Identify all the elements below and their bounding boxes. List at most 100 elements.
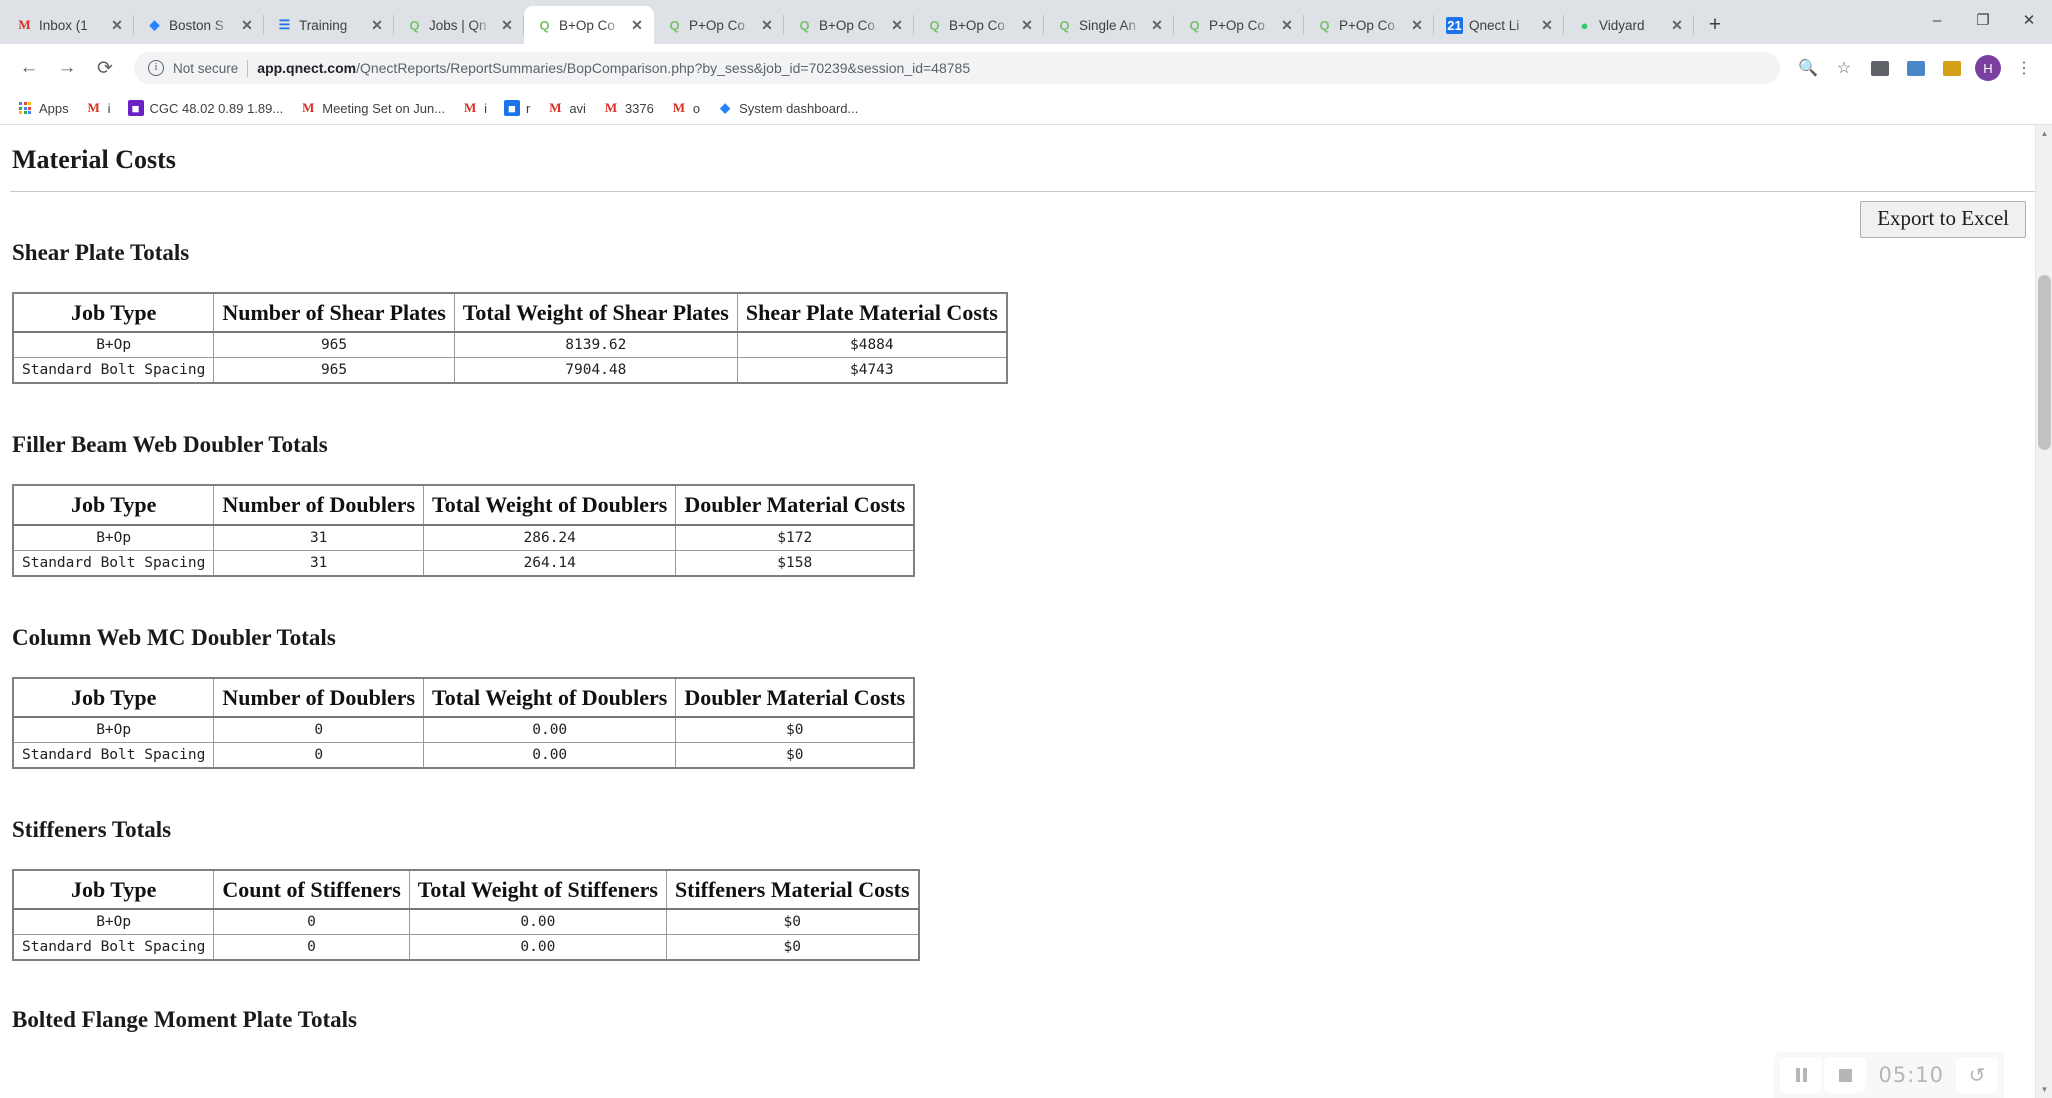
maximize-button[interactable]: ❐ xyxy=(1960,0,2006,40)
jira-diamond-icon: ◆ xyxy=(149,17,160,32)
browser-tab-8[interactable]: Q Single An ✕ xyxy=(1044,6,1174,44)
security-status: Not secure xyxy=(173,60,239,76)
browser-tab-3[interactable]: Q Jobs | Qn ✕ xyxy=(394,6,524,44)
recorder-restart-button[interactable]: ↺ xyxy=(1956,1057,1998,1093)
tab-title: Vidyard xyxy=(1599,17,1645,33)
recorder-elapsed-time: 05:10 xyxy=(1878,1063,1944,1087)
close-icon[interactable]: ✕ xyxy=(1668,16,1686,34)
table-row: Standard Bolt Spacing 0 0.00 $0 xyxy=(12,741,915,769)
back-button[interactable]: ← xyxy=(12,51,46,85)
close-icon[interactable]: ✕ xyxy=(1148,16,1166,34)
bookmark-item-6[interactable]: M avi xyxy=(540,97,593,119)
browser-tab-4-active[interactable]: Q B+Op Co ✕ xyxy=(524,6,654,44)
new-tab-button[interactable]: + xyxy=(1700,10,1730,40)
browser-tab-6[interactable]: Q B+Op Co ✕ xyxy=(784,6,914,44)
scrollbar-thumb[interactable] xyxy=(2038,275,2051,450)
close-icon[interactable]: ✕ xyxy=(1408,16,1426,34)
browser-tab-11[interactable]: 21 Qnect Li ✕ xyxy=(1434,6,1564,44)
extension-icon[interactable] xyxy=(1900,52,1932,84)
bookmark-label: CGC 48.02 0.89 1.89... xyxy=(149,100,284,116)
cell-weight: 264.14 xyxy=(423,549,677,577)
gmail-icon: M xyxy=(463,100,477,115)
browser-tab-7[interactable]: Q B+Op Co ✕ xyxy=(914,6,1044,44)
close-icon[interactable]: ✕ xyxy=(888,16,906,34)
forward-button[interactable]: → xyxy=(50,51,84,85)
close-icon[interactable]: ✕ xyxy=(628,16,646,34)
bookmark-label: Meeting Set on Jun... xyxy=(322,100,446,116)
vidyard-icon: ● xyxy=(1580,17,1589,33)
recorder-stop-button[interactable] xyxy=(1824,1057,1867,1093)
bookmark-item-9[interactable]: ◆ System dashboard... xyxy=(710,97,865,119)
qnect-icon: Q xyxy=(1189,17,1200,33)
browser-tab-5[interactable]: Q P+Op Co ✕ xyxy=(654,6,784,44)
cell-cost: $0 xyxy=(675,715,915,743)
menu-icon[interactable]: ⋮ xyxy=(2008,52,2040,84)
bookmark-star-icon[interactable]: ☆ xyxy=(1828,52,1860,84)
calendar-icon: 21 xyxy=(1446,16,1463,34)
close-window-button[interactable]: ✕ xyxy=(2006,0,2052,40)
close-icon[interactable]: ✕ xyxy=(238,16,256,34)
column-header: Total Weight of Shear Plates xyxy=(453,292,738,333)
bookmark-label: r xyxy=(525,100,531,116)
scroll-down-arrow[interactable]: ▼ xyxy=(2036,1081,2052,1098)
bookmark-item-7[interactable]: M 3376 xyxy=(596,97,661,119)
bookmark-item-1[interactable]: M i xyxy=(79,97,118,119)
scroll-up-arrow[interactable]: ▲ xyxy=(2036,125,2052,142)
cell-cost: $0 xyxy=(665,908,920,936)
bookmark-label: Apps xyxy=(39,100,69,116)
close-icon[interactable]: ✕ xyxy=(498,16,516,34)
table-header-row: Job Type Count of Stiffeners Total Weigh… xyxy=(12,869,920,910)
gmail-icon: M xyxy=(87,100,100,115)
browser-tab-0[interactable]: M Inbox (1 ✕ xyxy=(4,6,134,44)
reload-button[interactable]: ⟳ xyxy=(88,51,122,85)
tab-title: Single An xyxy=(1079,17,1137,33)
section-heading: Filler Beam Web Doubler Totals xyxy=(12,432,328,458)
close-icon[interactable]: ✕ xyxy=(1278,16,1296,34)
close-icon[interactable]: ✕ xyxy=(1538,16,1556,34)
profile-avatar[interactable]: H xyxy=(1972,52,2004,84)
table-row: B+Op 965 8139.62 $4884 xyxy=(12,331,1008,359)
bookmark-item-3[interactable]: M Meeting Set on Jun... xyxy=(293,97,452,119)
tab-title: B+Op Co xyxy=(559,17,615,33)
info-icon[interactable]: i xyxy=(148,60,164,76)
cell-job-type: B+Op xyxy=(12,523,215,551)
bookmark-item-2[interactable]: ■ CGC 48.02 0.89 1.89... xyxy=(121,97,291,119)
browser-tab-9[interactable]: Q P+Op Co ✕ xyxy=(1174,6,1304,44)
zoom-icon[interactable]: 🔍 xyxy=(1792,52,1824,84)
bookmark-apps[interactable]: Apps xyxy=(10,97,76,119)
url-host: app.qnect.com xyxy=(257,60,357,76)
address-bar[interactable]: i Not secure app.qnect.com/QnectReports/… xyxy=(134,52,1780,84)
close-icon[interactable]: ✕ xyxy=(1018,16,1036,34)
column-header: Shear Plate Material Costs xyxy=(736,292,1008,333)
training-doc-icon: ☰ xyxy=(278,17,291,32)
gmail-icon: M xyxy=(18,17,31,32)
export-to-excel-button[interactable]: Export to Excel xyxy=(1860,201,2026,238)
cell-count: 965 xyxy=(213,331,455,359)
browser-tab-2[interactable]: ☰ Training ✕ xyxy=(264,6,394,44)
tab-strip: M Inbox (1 ✕ ◆ Boston S ✕ ☰ Training ✕ Q… xyxy=(0,0,2052,44)
extension-icon[interactable] xyxy=(1936,52,1968,84)
browser-window: M Inbox (1 ✕ ◆ Boston S ✕ ☰ Training ✕ Q… xyxy=(0,0,2052,1098)
browser-tab-1[interactable]: ◆ Boston S ✕ xyxy=(134,6,264,44)
minimize-button[interactable]: – xyxy=(1914,0,1960,40)
bookmark-item-4[interactable]: M i xyxy=(455,97,494,119)
close-icon[interactable]: ✕ xyxy=(108,16,126,34)
close-icon[interactable]: ✕ xyxy=(368,16,386,34)
tab-title: P+Op Co xyxy=(1339,17,1395,33)
column-header: Doubler Material Costs xyxy=(675,677,915,718)
cell-count: 0 xyxy=(213,908,410,936)
bookmark-item-8[interactable]: M o xyxy=(664,97,707,119)
pause-icon xyxy=(1795,1068,1807,1082)
cell-count: 0 xyxy=(213,715,425,743)
bookmark-item-5[interactable]: ■ r xyxy=(497,97,537,119)
page-scrollbar[interactable]: ▲ ▼ xyxy=(2035,125,2052,1098)
bookmarks-bar: Apps M i ■ CGC 48.02 0.89 1.89... M Meet… xyxy=(0,92,2052,125)
extension-icon[interactable] xyxy=(1864,52,1896,84)
browser-tab-12[interactable]: ● Vidyard ✕ xyxy=(1564,6,1694,44)
window-controls: – ❐ ✕ xyxy=(1914,0,2052,40)
browser-tab-10[interactable]: Q P+Op Co ✕ xyxy=(1304,6,1434,44)
cell-job-type: Standard Bolt Spacing xyxy=(12,741,215,769)
recorder-pause-button[interactable] xyxy=(1780,1057,1823,1093)
close-icon[interactable]: ✕ xyxy=(758,16,776,34)
table-header-row: Job Type Number of Doublers Total Weight… xyxy=(12,484,915,526)
